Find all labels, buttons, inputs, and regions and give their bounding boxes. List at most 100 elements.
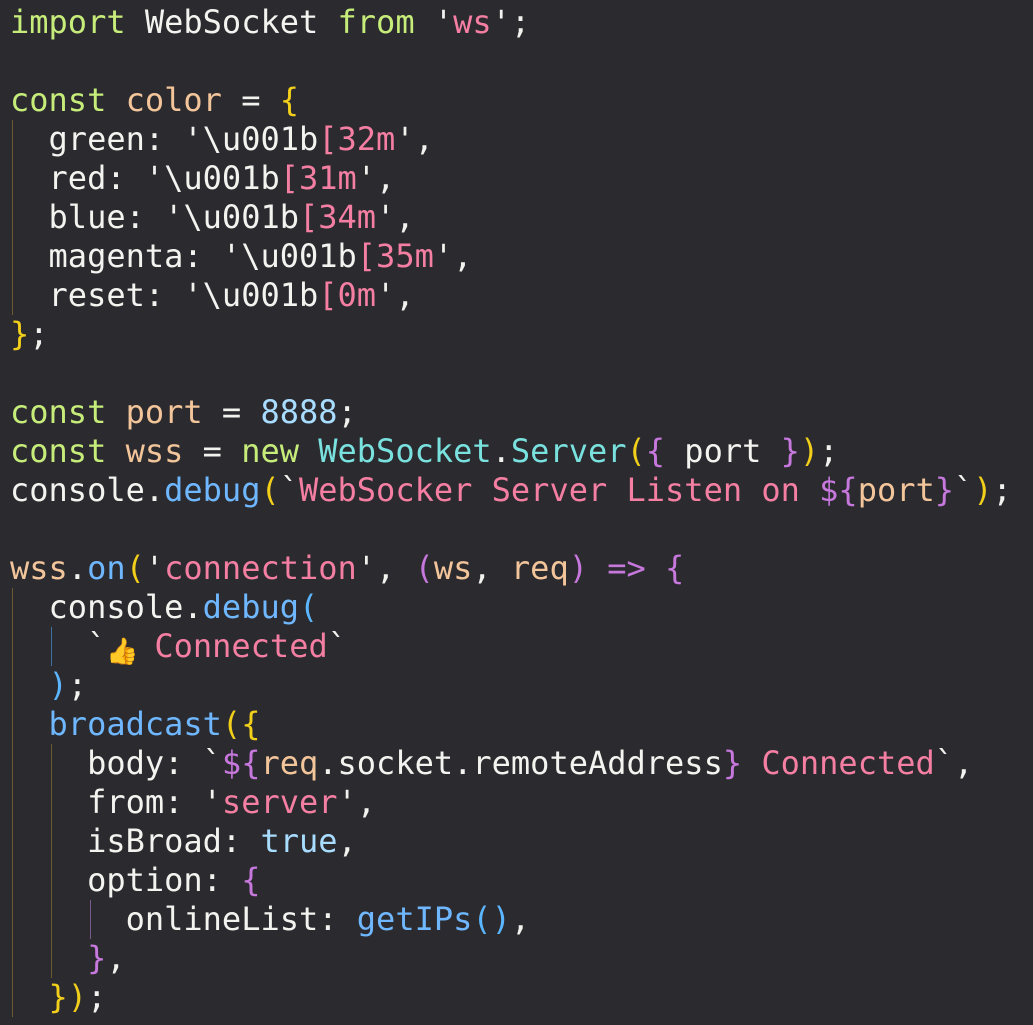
code-token: ` [954, 471, 974, 509]
code-token: ws [453, 3, 492, 41]
code-token: , [106, 939, 126, 977]
code-token: ) [973, 471, 993, 509]
code-token: : ' [164, 783, 222, 821]
code-token: } [87, 939, 107, 977]
code-line: broadcast({ [10, 705, 261, 744]
code-token: import [10, 3, 126, 41]
code-token: Server [510, 432, 627, 470]
code-token: \u001b [202, 276, 319, 314]
code-token: ` [327, 627, 347, 665]
code-token: { [665, 549, 685, 587]
code-token: : ' [144, 120, 203, 158]
code-line: const color = { [10, 81, 299, 120]
code-token: } [780, 432, 800, 470]
code-token: ` [10, 627, 107, 665]
code-token: port [857, 471, 935, 509]
code-editor[interactable]: import WebSocket from 'ws'; const color =… [0, 0, 1033, 1025]
code-token: { [645, 432, 666, 470]
code-token: . [183, 588, 203, 626]
code-token: from [10, 783, 165, 821]
code-token: wss [106, 432, 203, 470]
code-token: ; [29, 315, 49, 353]
code-token: debug [164, 471, 261, 509]
code-line: console.debug(`WebSocker Server Listen o… [10, 471, 1012, 510]
code-token: , [337, 822, 357, 860]
code-token: ws [433, 549, 473, 587]
code-token: port [106, 393, 222, 431]
code-token: ; [87, 978, 107, 1016]
code-token: wss [10, 549, 68, 587]
code-token: => [587, 549, 666, 587]
code-token: \u001b [202, 120, 319, 158]
code-token: ', [356, 159, 396, 197]
code-token: ', [395, 120, 434, 158]
code-token: ' [144, 549, 165, 587]
code-token: magenta [10, 237, 184, 275]
code-token: onlineList [10, 900, 319, 938]
code-token: ', [356, 549, 415, 587]
code-token: : ' [144, 276, 203, 314]
code-token: port [665, 432, 781, 470]
code-token: ` [279, 471, 299, 509]
code-token: ${ [819, 471, 858, 509]
code-token: ( [626, 432, 646, 470]
code-line: option: { [10, 861, 260, 900]
code-token: } [10, 315, 30, 353]
code-token: green [10, 120, 145, 158]
code-token: connection [164, 549, 357, 587]
code-token: console [10, 471, 145, 509]
code-token: } [722, 744, 743, 782]
code-token: = [241, 81, 280, 119]
code-token: ( [414, 549, 434, 587]
code-token: new [241, 432, 299, 470]
code-token: on [87, 549, 126, 587]
code-token: \u001b [241, 237, 357, 275]
code-token: Connected [154, 627, 328, 665]
code-line: body: `${req.socket.remoteAddress} Conne… [10, 744, 973, 783]
code-token: WebSocker Server Listen on [298, 471, 820, 509]
code-token: , [510, 900, 531, 938]
code-token: ' [414, 3, 454, 41]
code-token: const [10, 81, 107, 119]
code-line: green: '\u001b[32m', [10, 120, 434, 159]
code-token: getIPs [356, 900, 473, 938]
code-token: : ' [183, 237, 242, 275]
code-token: : ` [164, 744, 222, 782]
code-token: [35m [356, 237, 434, 275]
code-line: }, [10, 939, 126, 978]
code-token: ( [260, 471, 280, 509]
code-token: blue [10, 198, 126, 236]
code-token: } [48, 978, 68, 1016]
code-token: : ' [106, 159, 165, 197]
code-token: ', [376, 198, 415, 236]
code-token: [0m [318, 276, 377, 314]
code-token: ', [376, 276, 415, 314]
code-line: import WebSocket from 'ws'; [10, 3, 530, 42]
code-token: server [221, 783, 338, 821]
code-token: .socket.remoteAddress [318, 744, 723, 782]
code-token: { [241, 861, 261, 899]
code-token: ( [298, 588, 319, 626]
code-token: req [260, 744, 319, 782]
code-line: onlineList: getIPs(), [10, 900, 531, 939]
code-token: : [221, 822, 261, 860]
thumbs-up-icon: 👍 [106, 637, 139, 667]
code-token: const [10, 393, 107, 431]
code-token: ', [433, 237, 473, 275]
code-line: from: 'server', [10, 783, 376, 822]
code-token: ) [799, 432, 820, 470]
code-token: 8888 [260, 393, 338, 431]
code-line: `👍 Connected` [10, 627, 347, 667]
code-token: debug [202, 588, 299, 626]
code-token: [31m [279, 159, 357, 197]
code-token: option [10, 861, 203, 899]
code-token: ; [67, 666, 88, 704]
code-token: . [491, 432, 511, 470]
code-token: red [10, 159, 107, 197]
code-line: }; [10, 315, 49, 354]
code-token: ${ [221, 744, 261, 782]
code-token: [34m [298, 198, 377, 236]
code-line: magenta: '\u001b[35m', [10, 237, 473, 276]
